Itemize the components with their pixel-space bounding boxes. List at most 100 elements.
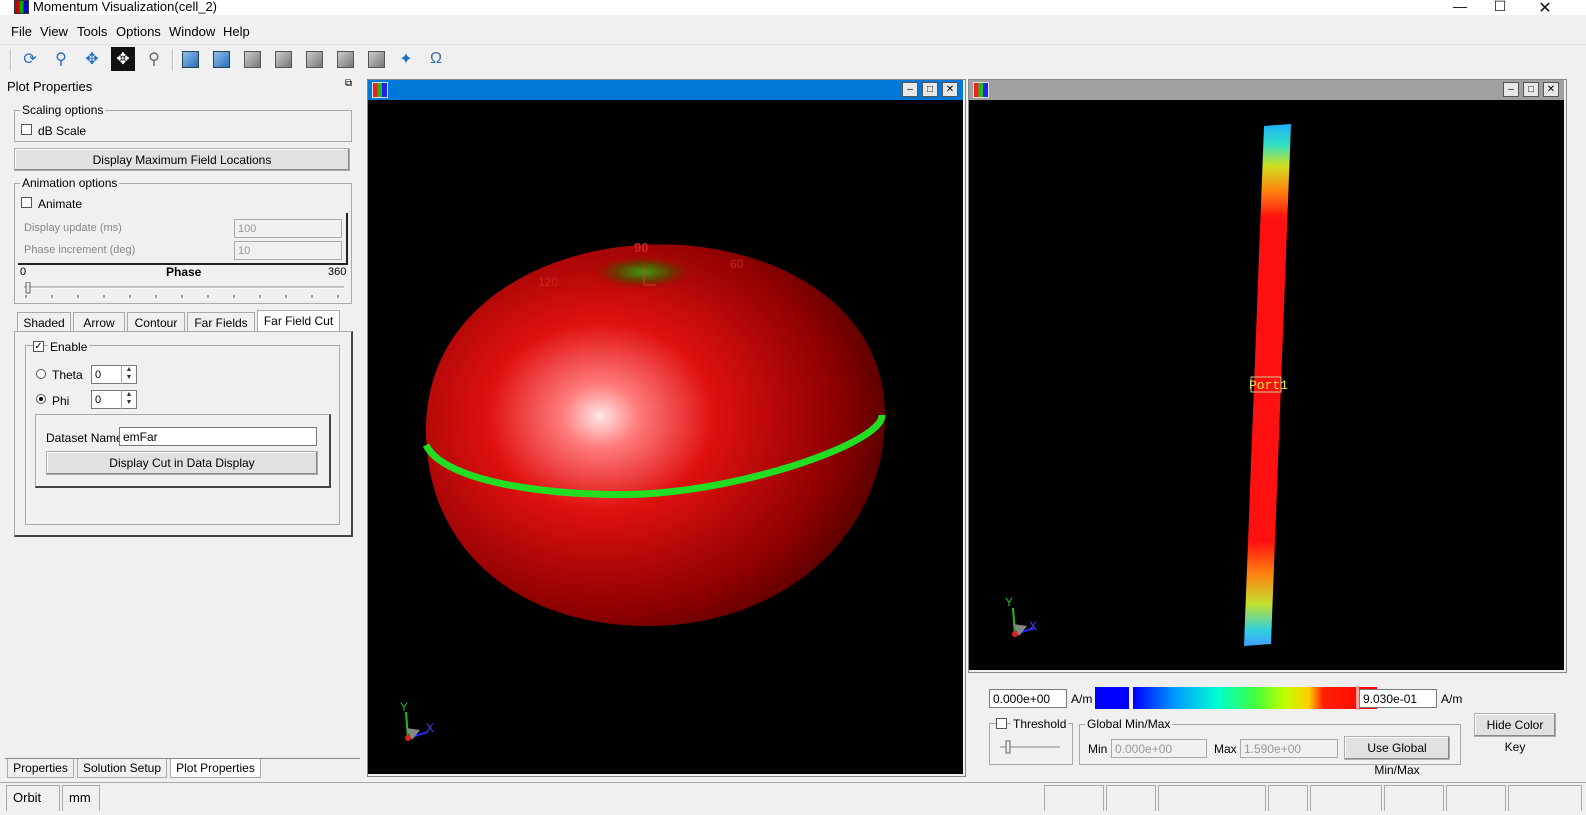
phi-spin-arrows[interactable]: ▲ ▼ [121,391,136,409]
threshold-checkbox[interactable] [996,718,1007,729]
close-icon[interactable]: ✕ [1525,0,1565,18]
phase-increment-label: Phase increment (deg) [24,244,136,256]
pan-icon[interactable]: ✥ [80,47,104,71]
enable-checkbox[interactable]: ✓ [33,341,44,352]
phase-label: Phase [166,265,202,279]
maximize-icon[interactable]: ☐ [1480,0,1520,15]
view-right-icon[interactable] [302,47,326,71]
color-min-unit: A/m [1071,692,1093,706]
theta-value: 0 [95,369,102,381]
global-minmax-legend: Global Min/Max [1085,717,1173,731]
far-field-sphere [426,244,886,627]
omega-icon[interactable]: Ω [424,47,448,71]
hide-color-key-button[interactable]: Hide Color Key [1474,713,1556,754]
status-mode: Orbit [6,785,60,811]
probe-icon[interactable]: ✦ [394,47,418,71]
viewport-right-canvas[interactable]: Port1 Y X [969,100,1564,670]
view-iso-icon[interactable] [364,47,388,71]
status-cell-3 [1158,785,1266,811]
viewport-left-titlebar: – □ ✕ [368,80,963,100]
use-global-minmax-button[interactable]: Use Global Min/Max [1344,736,1450,777]
window-title: Momentum Visualization(cell_2) [33,0,218,14]
svg-text:X: X [1029,619,1037,633]
status-cell-1 [1044,785,1104,811]
toolbar-separator [172,49,174,71]
scaling-options-legend: Scaling options [20,103,106,117]
viewport-close-icon[interactable]: ✕ [1543,82,1559,97]
rotate-icon[interactable]: ⟳ [18,47,42,71]
angle-label-top: 90 [634,240,648,255]
far-field-3d-plot: 90 60 120 Y X [400,240,886,741]
db-scale-checkbox[interactable] [21,124,32,135]
phase-slider[interactable] [22,281,346,300]
bottom-tab-properties[interactable]: Properties [7,759,74,778]
zoom-window-icon[interactable]: ⚲ [142,47,166,71]
move-icon[interactable]: ✥ [111,47,135,71]
threshold-slider[interactable] [998,740,1062,754]
display-update-label: Display update (ms) [24,222,122,234]
status-cell-6 [1384,785,1444,811]
axis-triad: Y X [1005,595,1037,637]
tab-far-fields[interactable]: Far Fields [187,312,255,332]
phi-radio[interactable] [36,394,46,404]
svg-text:Y: Y [1005,595,1013,609]
bottom-tab-plot-properties[interactable]: Plot Properties [170,759,261,778]
bottom-tab-solution-setup[interactable]: Solution Setup [77,759,167,778]
view-left-icon[interactable] [271,47,295,71]
display-cut-button[interactable]: Display Cut in Data Display [46,451,318,475]
phase-max-label: 360 [328,266,347,278]
viewport-maximize-icon[interactable]: □ [1523,82,1539,97]
menu-tools[interactable]: Tools [77,24,107,39]
minimize-icon[interactable]: — [1440,0,1480,14]
port-label: Port1 [1249,378,1288,393]
angle-label-right: 60 [730,257,744,271]
viewport-icon [973,82,989,98]
global-min-field[interactable]: 0.000e+00 [1111,739,1207,758]
svg-text:X: X [426,721,434,735]
tab-far-field-cut[interactable]: Far Field Cut [257,310,340,332]
phase-increment-field[interactable]: 10 [234,241,342,260]
color-min-field[interactable]: 0.000e+00 [989,689,1067,708]
dataset-name-label: Dataset Name [46,431,123,445]
color-scale-bar[interactable] [1133,687,1377,709]
tab-arrow[interactable]: Arrow [73,312,125,332]
viewport-right-titlebar: – □ ✕ [969,80,1564,100]
animation-options-legend: Animation options [20,176,120,190]
view-front-icon[interactable] [209,47,233,71]
menu-help[interactable]: Help [223,24,250,39]
theta-radio[interactable] [36,369,46,379]
menu-bar: File View Tools Options Window Help [0,22,1586,40]
view-top-icon[interactable] [178,47,202,71]
viewport-left-canvas[interactable]: 90 60 120 Y X [368,100,963,774]
view-back-icon[interactable] [240,47,264,71]
status-cell-8 [1508,785,1582,811]
menu-window[interactable]: Window [169,24,215,39]
menu-view[interactable]: View [40,24,68,39]
viewport-close-icon[interactable]: ✕ [942,82,958,97]
animate-checkbox[interactable] [21,197,32,208]
viewport-maximize-icon[interactable]: □ [922,82,938,97]
tab-shaded[interactable]: Shaded [17,312,71,332]
dataset-name-input[interactable]: emFar [119,427,317,446]
status-cell-7 [1446,785,1506,811]
display-update-field[interactable]: 100 [234,219,342,238]
zoom-icon[interactable]: ⚲ [49,47,73,71]
global-max-field[interactable]: 1.590e+00 [1240,739,1338,758]
global-min-label: Min [1088,742,1108,756]
axis-triad: Y X [400,700,434,741]
tab-contour[interactable]: Contour [127,312,185,332]
viewport-minimize-icon[interactable]: – [1503,82,1519,97]
float-panel-icon[interactable]: ⧉ [345,78,352,89]
animate-label: Animate [38,197,83,211]
color-max-field[interactable]: 9.030e-01 [1359,689,1437,708]
viewport-minimize-icon[interactable]: – [902,82,918,97]
view-bottom-icon[interactable] [333,47,357,71]
current-density-plot: Port1 Y X [1005,124,1291,646]
display-max-field-button[interactable]: Display Maximum Field Locations [14,148,350,171]
phi-value: 0 [95,394,102,406]
color-max-unit: A/m [1441,692,1463,706]
menu-options[interactable]: Options [116,24,161,39]
menu-file[interactable]: File [11,24,32,39]
theta-spin-arrows[interactable]: ▲ ▼ [121,366,136,384]
toolbar: ⟳ ⚲ ✥ ✥ ⚲ ✦ Ω [0,44,1586,75]
